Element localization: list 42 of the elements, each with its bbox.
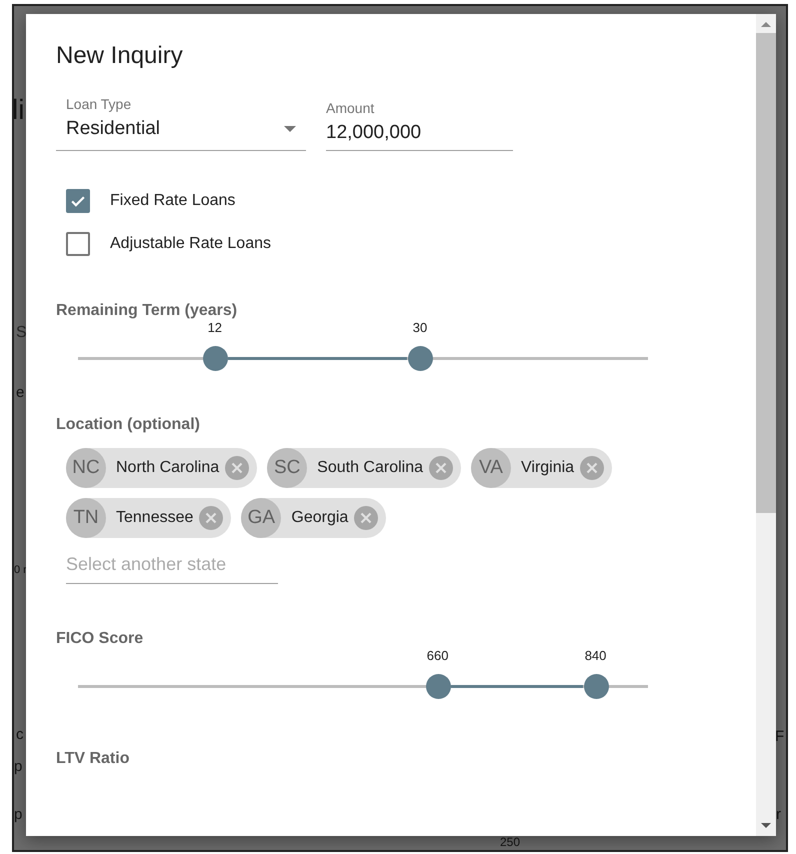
amount-field[interactable]: Amount 12,000,000: [326, 100, 513, 151]
checkbox[interactable]: [66, 189, 90, 213]
background-text: S: [16, 324, 27, 342]
background-text: p: [14, 758, 22, 775]
section-label: Location (optional): [56, 416, 201, 434]
scroll-up-icon[interactable]: [761, 22, 771, 27]
section-label: FICO Score: [56, 630, 144, 648]
background-text: p: [14, 806, 22, 823]
scrollbar[interactable]: [756, 14, 776, 836]
slider-thumb[interactable]: [202, 346, 228, 371]
state-chip[interactable]: TN Tennessee: [66, 498, 232, 538]
state-chip[interactable]: GA Georgia: [241, 498, 386, 538]
chip-avatar: TN: [66, 498, 106, 538]
slider-thumb[interactable]: [584, 674, 609, 699]
slider-value: 12: [208, 320, 222, 335]
slider-thumb[interactable]: [426, 674, 451, 699]
state-chip[interactable]: VA Virginia: [471, 448, 612, 488]
state-chip[interactable]: NC North Carolina: [66, 448, 258, 488]
chip-avatar: SC: [267, 448, 308, 488]
background-text: c: [16, 726, 24, 743]
slider-value: 840: [584, 648, 606, 663]
checkbox-label: Fixed Rate Loans: [110, 192, 236, 210]
caret-icon: [284, 126, 296, 132]
slider-value: 30: [412, 320, 428, 335]
checkbox[interactable]: [66, 232, 90, 256]
background-text: li: [14, 94, 24, 126]
state-chip[interactable]: SC South Carolina: [267, 448, 461, 488]
background-text: F: [775, 728, 784, 745]
dialog-title: New Inquiry: [56, 42, 184, 70]
slider-thumb[interactable]: [408, 346, 433, 371]
chip-avatar: GA: [241, 498, 282, 538]
chip-avatar: VA: [471, 448, 511, 488]
background-text: 250: [500, 835, 520, 849]
background-text: e: [16, 384, 24, 401]
loan-type-select[interactable]: Loan Type Residential: [56, 96, 306, 151]
section-label: LTV Ratio: [56, 750, 130, 768]
checkbox-label: Adjustable Rate Loans: [110, 235, 271, 253]
scroll-down-icon[interactable]: [761, 823, 771, 828]
background-text: r: [776, 806, 781, 823]
section-label: Remaining Term (years): [56, 302, 238, 320]
slider-value: 660: [426, 648, 448, 663]
chip-avatar: NC: [66, 448, 106, 488]
